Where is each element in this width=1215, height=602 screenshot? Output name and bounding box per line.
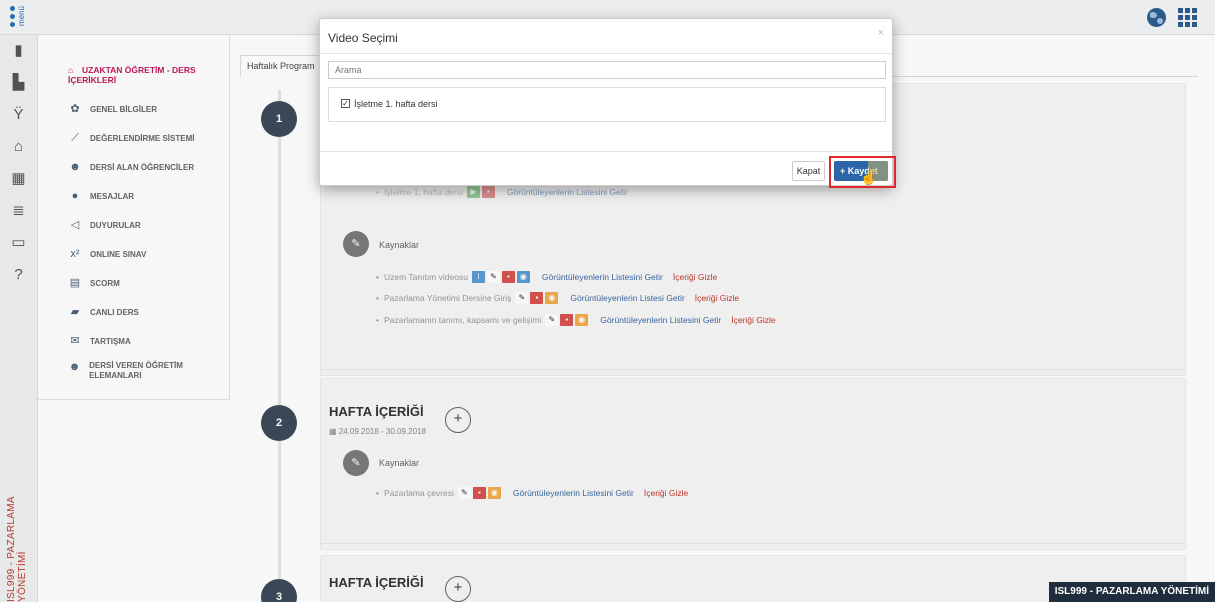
course-badge: ISL999 - PAZARLAMA YÖNETİMİ	[1048, 582, 1215, 602]
modal-title: Video Seçimi	[328, 31, 398, 45]
close-icon[interactable]: ×	[878, 27, 884, 39]
hand-cursor-icon: ☝	[860, 169, 878, 185]
video-item-label[interactable]: İşletme 1. hafta dersi	[354, 99, 438, 109]
video-list: ✓ İşletme 1. hafta dersi	[328, 87, 886, 122]
video-checkbox[interactable]: ✓	[341, 99, 350, 108]
search-input[interactable]	[328, 61, 886, 79]
close-button[interactable]: Kapat	[792, 161, 825, 181]
video-select-modal: Video Seçimi × ✓ İşletme 1. hafta dersi …	[319, 18, 896, 188]
